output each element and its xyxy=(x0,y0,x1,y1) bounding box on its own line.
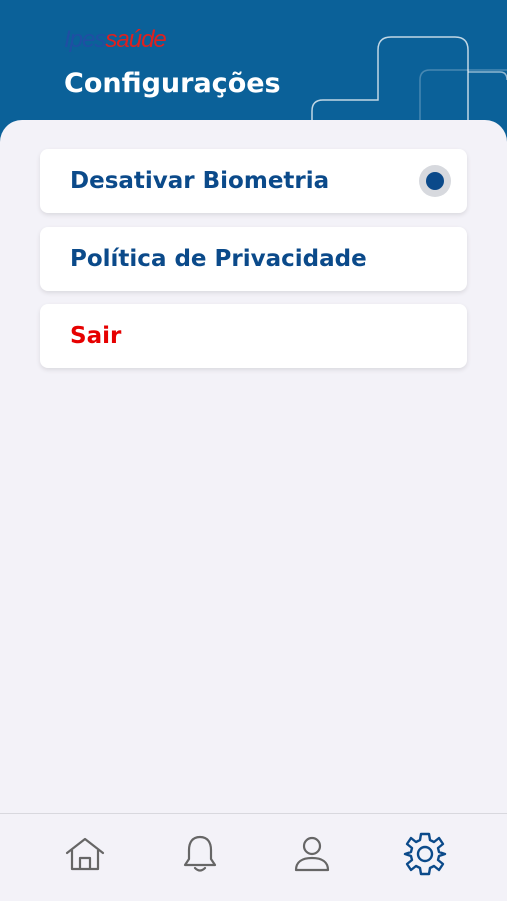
biometrics-label: Desativar Biometria xyxy=(70,168,330,194)
logout-button[interactable]: Sair xyxy=(40,304,467,368)
tab-home[interactable] xyxy=(55,828,115,880)
toggle-knob xyxy=(426,172,444,190)
biometrics-toggle[interactable] xyxy=(419,165,451,197)
tab-settings[interactable] xyxy=(395,828,455,880)
home-icon xyxy=(65,837,105,871)
bottom-tab-bar xyxy=(0,813,507,901)
tab-profile[interactable] xyxy=(282,828,342,880)
logo-text-ipes: Ipes xyxy=(64,26,106,53)
logout-label: Sair xyxy=(70,323,122,349)
privacy-policy-label: Política de Privacidade xyxy=(70,246,367,272)
logo-text-saude: saúde xyxy=(105,26,166,53)
user-icon xyxy=(294,836,330,872)
gear-icon xyxy=(403,832,447,876)
privacy-policy-option[interactable]: Política de Privacidade xyxy=(40,227,467,291)
page-title: Configurações xyxy=(64,68,281,99)
bell-icon xyxy=(183,835,217,872)
settings-panel: Desativar Biometria Política de Privacid… xyxy=(0,120,507,813)
ipesaude-logo: Ipessaúde xyxy=(64,26,167,53)
tab-notifications[interactable] xyxy=(170,828,230,880)
biometrics-option[interactable]: Desativar Biometria xyxy=(40,149,467,213)
